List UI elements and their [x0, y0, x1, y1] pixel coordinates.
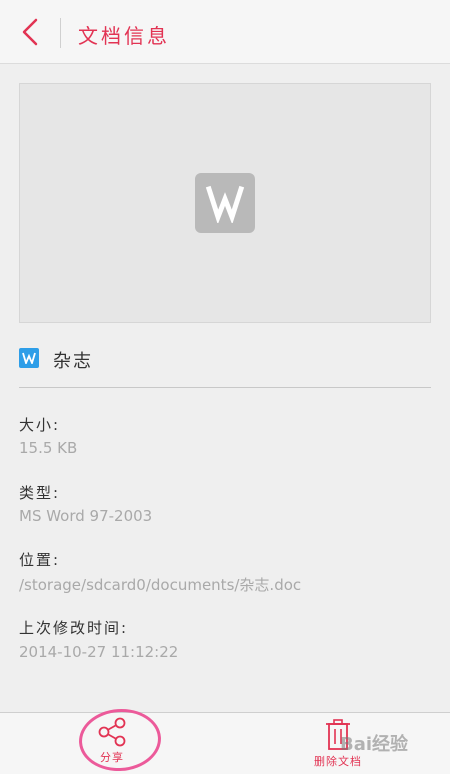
- page-title: 文档信息: [78, 24, 170, 48]
- type-label: 类型:: [19, 484, 61, 502]
- chevron-left-icon: [22, 18, 38, 46]
- location-value: /storage/sdcard0/documents/杂志.doc: [19, 576, 302, 594]
- back-button[interactable]: [8, 10, 52, 54]
- type-value: MS Word 97-2003: [19, 507, 153, 525]
- share-button[interactable]: 分享: [84, 717, 140, 773]
- document-name-row: 杂志: [19, 346, 431, 388]
- document-name: 杂志: [53, 351, 93, 372]
- watermark-logo: Bai经验: [340, 734, 409, 755]
- modified-value: 2014-10-27 11:12:22: [19, 643, 179, 661]
- share-label: 分享: [100, 751, 124, 764]
- location-label: 位置:: [19, 551, 61, 569]
- header-bar: 文档信息: [0, 0, 450, 64]
- modified-label: 上次修改时间:: [19, 619, 129, 637]
- word-doc-icon: [195, 173, 255, 233]
- document-preview: [19, 83, 431, 323]
- word-doc-icon: [19, 348, 39, 368]
- size-label: 大小:: [19, 416, 61, 434]
- share-icon: [98, 717, 126, 747]
- size-value: 15.5 KB: [19, 439, 78, 457]
- header-divider: [60, 18, 61, 48]
